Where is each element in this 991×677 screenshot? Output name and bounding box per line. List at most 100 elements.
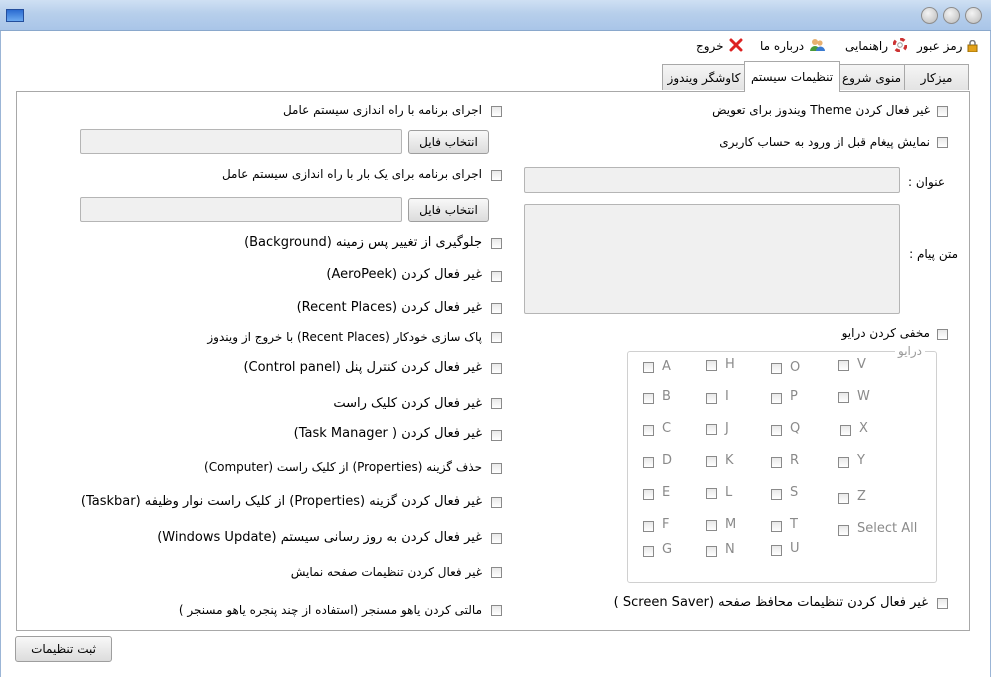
drive-checkbox[interactable]	[643, 393, 654, 404]
drive-label: J	[725, 421, 729, 436]
drive-checkbox[interactable]	[838, 493, 849, 504]
disable-theme-label: غیر فعال کردن Theme ویندوز برای تعویض	[712, 103, 930, 117]
disable-theme-checkbox[interactable]	[937, 106, 948, 117]
disable-screensaver-label: غیر فعال کردن تنظیمات محافظ صفحه (Screen…	[613, 595, 928, 610]
maximize-button[interactable]	[943, 7, 960, 24]
option-checkbox[interactable]	[491, 567, 502, 578]
drives-groupbox	[627, 351, 937, 583]
show-message-label: نمایش پیغام قبل از ورود به حساب کاربری	[719, 135, 930, 149]
message-label: متن پیام :	[909, 247, 958, 261]
tab-desktop[interactable]: میزکار	[904, 64, 969, 90]
drive-checkbox[interactable]	[706, 546, 717, 557]
option-label: غیر فعال کردن کنترل پنل (Control panel)	[243, 360, 482, 375]
option-checkbox[interactable]	[491, 497, 502, 508]
run-once-file-input[interactable]	[80, 197, 402, 222]
drive-label: X	[859, 421, 868, 436]
drive-label: L	[725, 485, 733, 500]
show-message-checkbox[interactable]	[937, 137, 948, 148]
drive-checkbox[interactable]	[838, 392, 849, 403]
disable-screensaver-checkbox[interactable]	[937, 598, 948, 609]
startup-file-input[interactable]	[80, 129, 402, 154]
option-checkbox[interactable]	[491, 398, 502, 409]
menu-exit[interactable]: خروج	[696, 37, 743, 55]
lifebuoy-icon	[892, 37, 908, 55]
drive-checkbox[interactable]	[771, 363, 782, 374]
save-settings-button[interactable]: ثبت تنظیمات	[15, 636, 112, 662]
drive-checkbox[interactable]	[643, 546, 654, 557]
menu-password[interactable]: رمز عبور	[917, 37, 978, 55]
option-label: غیر فعال کردن گزینه (Properties) از کلیک…	[80, 494, 482, 509]
option-checkbox[interactable]	[491, 332, 502, 343]
choose-file-button-2[interactable]: انتخاب فایل	[408, 198, 489, 222]
drive-checkbox[interactable]	[840, 425, 851, 436]
drive-checkbox[interactable]	[771, 393, 782, 404]
drive-checkbox[interactable]	[771, 457, 782, 468]
drive-checkbox[interactable]	[706, 360, 717, 371]
drive-checkbox[interactable]	[643, 521, 654, 532]
drive-checkbox[interactable]	[771, 545, 782, 556]
choose-file-button[interactable]: انتخاب فایل	[408, 130, 489, 154]
drive-label: F	[662, 517, 670, 532]
drive-checkbox[interactable]	[771, 425, 782, 436]
drive-checkbox[interactable]	[838, 457, 849, 468]
close-x-icon	[729, 38, 743, 55]
drive-checkbox[interactable]	[771, 521, 782, 532]
option-checkbox[interactable]	[491, 533, 502, 544]
tab-windows-explorer-label: کاوشگر ویندوز	[667, 70, 741, 85]
tab-system-settings-label: تنظیمات سیستم	[750, 70, 834, 84]
drive-label: W	[857, 389, 870, 404]
option-label: پاک سازی خودکار (Recent Places) با خروج …	[207, 330, 482, 344]
menu-about[interactable]: درباره ما	[760, 37, 826, 55]
run-once-label: اجرای برنامه برای یک بار با راه اندازی س…	[221, 167, 482, 181]
drive-checkbox[interactable]	[643, 489, 654, 500]
menu-help[interactable]: راهنمایی	[845, 37, 908, 55]
choose-file-button-label: انتخاب فایل	[419, 135, 478, 149]
drive-label: A	[662, 359, 671, 374]
run-once-checkbox[interactable]	[491, 170, 502, 181]
minimize-button[interactable]	[921, 7, 938, 24]
drive-checkbox[interactable]	[706, 393, 717, 404]
save-settings-button-label: ثبت تنظیمات	[31, 642, 96, 656]
drive-checkbox[interactable]	[838, 360, 849, 371]
drive-label: C	[662, 421, 672, 436]
drive-label: D	[662, 453, 673, 468]
message-textarea[interactable]	[524, 204, 900, 314]
drive-label: R	[790, 453, 800, 468]
menu-help-label: راهنمایی	[845, 39, 889, 53]
option-label: غیر فعال کردن (Recent Places)	[296, 300, 482, 315]
users-icon	[809, 38, 826, 55]
tab-start-menu[interactable]: منوی شروع	[838, 64, 905, 90]
drive-checkbox[interactable]	[706, 424, 717, 435]
hide-drive-checkbox[interactable]	[937, 329, 948, 340]
drive-checkbox[interactable]	[643, 362, 654, 373]
title-label: عنوان :	[908, 175, 945, 189]
drive-checkbox[interactable]	[643, 425, 654, 436]
drive-checkbox[interactable]	[706, 520, 717, 531]
drive-checkbox[interactable]	[706, 488, 717, 499]
option-checkbox[interactable]	[491, 463, 502, 474]
drive-checkbox[interactable]	[706, 456, 717, 467]
option-label: غیر فعال کردن کلیک راست	[333, 396, 482, 411]
drive-label: P	[790, 389, 798, 404]
drive-label: E	[662, 485, 671, 500]
option-checkbox[interactable]	[491, 363, 502, 374]
run-at-startup-checkbox[interactable]	[491, 106, 502, 117]
drive-label: O	[790, 360, 801, 375]
drive-checkbox[interactable]	[771, 489, 782, 500]
drive-label: N	[725, 542, 735, 557]
title-input[interactable]	[524, 167, 900, 193]
drive-checkbox[interactable]	[643, 457, 654, 468]
tab-windows-explorer[interactable]: کاوشگر ویندوز	[662, 64, 746, 90]
option-checkbox[interactable]	[491, 605, 502, 616]
option-checkbox[interactable]	[491, 430, 502, 441]
menu-password-label: رمز عبور	[917, 39, 963, 53]
option-checkbox[interactable]	[491, 303, 502, 314]
select-all-checkbox[interactable]	[838, 525, 849, 536]
option-checkbox[interactable]	[491, 271, 502, 282]
close-button[interactable]	[965, 7, 982, 24]
app-icon	[6, 9, 24, 22]
tab-system-settings[interactable]: تنظیمات سیستم	[744, 61, 840, 92]
option-checkbox[interactable]	[491, 238, 502, 249]
drive-label: Z	[857, 489, 866, 504]
run-at-startup-label: اجرای برنامه با راه اندازی سیستم عامل	[282, 103, 482, 117]
